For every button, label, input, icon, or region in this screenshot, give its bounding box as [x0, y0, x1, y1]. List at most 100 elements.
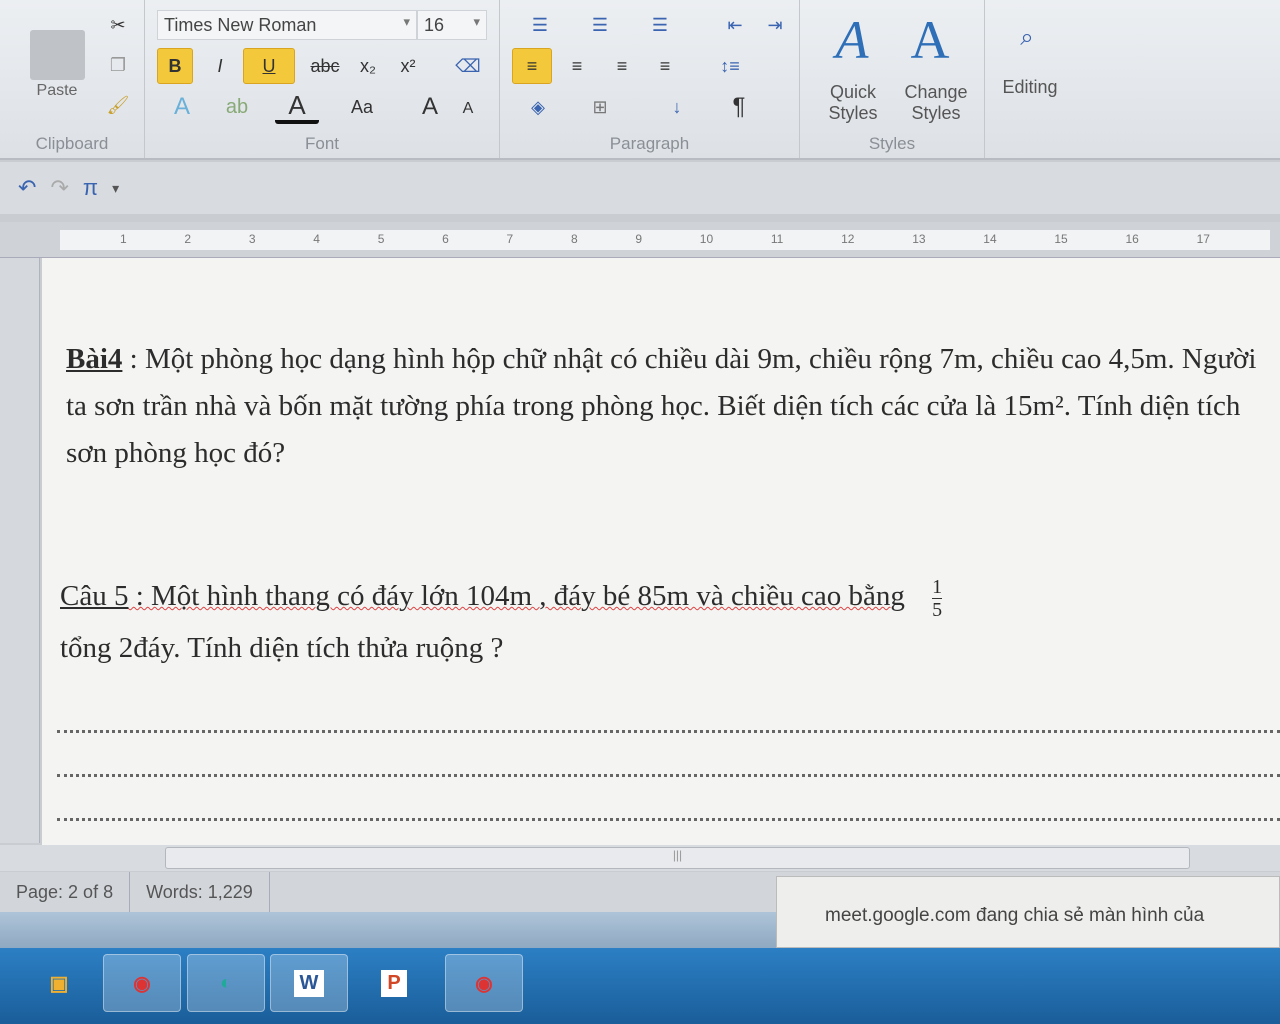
font-label: Font: [304, 134, 340, 153]
styles-group: A A Quick Styles Change Styles Styles: [800, 0, 985, 158]
shading-icon[interactable]: ◈: [518, 90, 558, 124]
ruler-tick: 2: [184, 232, 192, 246]
quick-styles-icon[interactable]: A: [822, 8, 882, 72]
increase-indent-icon[interactable]: ⇥: [760, 10, 790, 40]
chrome-taskbar-icon[interactable]: ◉: [103, 954, 181, 1012]
ruler-tick: 8: [570, 232, 578, 246]
word-taskbar-icon[interactable]: W: [270, 954, 348, 1012]
line-spacing-icon[interactable]: ↕≡: [710, 48, 750, 84]
edge-taskbar-icon[interactable]: ◐: [187, 954, 265, 1012]
exercise-5-text-b: tổng 2đáy. Tính diện tích thửa ruộng ?: [60, 632, 504, 664]
exercise-4-label: Bài4: [66, 343, 123, 375]
word-count[interactable]: Words: 1,229: [130, 872, 270, 912]
horizontal-scrollbar[interactable]: |||: [0, 845, 1280, 871]
powerpoint-taskbar-icon[interactable]: P: [355, 954, 433, 1012]
ruler-tick: 6: [442, 232, 449, 246]
ruler-tick: 14: [983, 232, 997, 246]
paste-button[interactable]: Paste: [22, 80, 92, 102]
superscript-button[interactable]: x²: [390, 48, 426, 84]
find-icon[interactable]: ⌕: [1005, 18, 1049, 58]
format-painter-icon[interactable]: 🖌: [105, 92, 131, 118]
multilevel-list-icon[interactable]: ☰: [640, 10, 680, 40]
fraction-one-fifth: 15: [932, 575, 943, 621]
quick-styles-button[interactable]: Quick Styles: [812, 78, 894, 128]
strikethrough-button[interactable]: abc: [307, 48, 343, 84]
decrease-indent-icon[interactable]: ⇤: [720, 10, 750, 40]
taskbar-app-icon[interactable]: ▣: [20, 954, 98, 1012]
ruler-tick: 17: [1196, 232, 1210, 246]
document-page[interactable]: Bài4 : Một phòng học dạng hình hộp chữ n…: [42, 258, 1280, 845]
exercise-5-text-a: : Một hình thang có đáy lớn 104m , đáy b…: [128, 580, 905, 612]
page-count[interactable]: Page: 2 of 8: [0, 872, 131, 912]
ruler-tick: 12: [841, 232, 855, 246]
align-center-button[interactable]: ≡: [560, 48, 594, 84]
ribbon: Paste ✂ ❐ 🖌 Clipboard Times New Roman 16…: [0, 0, 1280, 160]
ruler-tick: 4: [313, 232, 320, 246]
grow-font-button[interactable]: A: [415, 90, 445, 124]
change-styles-icon[interactable]: A: [900, 8, 960, 72]
vertical-ruler: [0, 258, 40, 843]
italic-button[interactable]: I: [205, 48, 235, 84]
editing-button[interactable]: Editing: [990, 72, 1070, 102]
shrink-font-button[interactable]: A: [455, 94, 481, 124]
answer-line: [57, 818, 1280, 821]
quick-access-toolbar: ↶ ↷ π ▾: [0, 162, 1280, 214]
exercise-5-label: Câu 5: [60, 580, 129, 612]
underline-button[interactable]: U: [243, 48, 295, 84]
exercise-4: Bài4 : Một phòng học dạng hình hộp chữ n…: [66, 336, 1266, 477]
ruler-tick: 15: [1054, 232, 1068, 246]
ruler-tick: 7: [506, 232, 514, 246]
ruler-tick: 1: [120, 232, 127, 246]
ruler-tick: 9: [635, 232, 643, 246]
answer-line: [57, 730, 1280, 733]
powerpoint-icon: P: [381, 969, 407, 997]
equation-button[interactable]: π: [83, 175, 98, 201]
text-effects-icon[interactable]: A: [160, 90, 204, 124]
cut-icon[interactable]: ✂: [105, 12, 131, 38]
align-right-button[interactable]: ≡: [605, 48, 639, 84]
exercise-4-text: : Một phòng học dạng hình hộp chữ nhật c…: [66, 343, 1257, 469]
ruler-tick: 5: [377, 232, 385, 246]
paragraph-label: Paragraph: [609, 134, 690, 153]
exercise-5: Câu 5 : Một hình thang có đáy lớn 104m ,…: [60, 570, 1260, 674]
scrollbar-thumb[interactable]: |||: [165, 847, 1190, 869]
taskbar: ▣ ◉ ◐ W P ◉: [0, 948, 1280, 1024]
sort-icon[interactable]: ↓: [660, 90, 694, 124]
align-left-button[interactable]: ≡: [512, 48, 552, 84]
paragraph-group: ☰ ☰ ☰ ⇤ ⇥ ≡ ≡ ≡ ≡ ↕≡ ◈ ⊞ ↓ ¶ Paragraph: [500, 0, 800, 158]
ruler-tick: 10: [699, 232, 714, 246]
bullets-icon[interactable]: ☰: [520, 10, 560, 40]
paste-icon[interactable]: [30, 30, 85, 80]
editing-group: ⌕ Editing: [985, 0, 1075, 158]
horizontal-ruler[interactable]: 1 2 3 4 5 6 7 8 9 10 11 12 13 14 15 16 17: [0, 222, 1280, 258]
styles-label: Styles: [868, 134, 916, 153]
screen-share-notification: meet.google.com đang chia sẻ màn hình củ…: [776, 876, 1280, 948]
clear-formatting-icon[interactable]: ⌫: [450, 48, 486, 84]
numbering-icon[interactable]: ☰: [580, 10, 620, 40]
undo-button[interactable]: ↶: [18, 175, 36, 201]
subscript-button[interactable]: x₂: [350, 48, 386, 84]
show-marks-button[interactable]: ¶: [722, 90, 756, 124]
change-case-button[interactable]: Aa: [340, 90, 384, 124]
change-styles-button[interactable]: Change Styles: [896, 78, 976, 128]
font-group: Times New Roman 16 B I U abc x₂ x² ⌫ A a…: [145, 0, 500, 158]
customize-qat-button[interactable]: ▾: [112, 180, 119, 197]
answer-line: [57, 774, 1280, 777]
borders-icon[interactable]: ⊞: [580, 90, 620, 124]
ruler-tick: 13: [912, 232, 926, 246]
ruler-tick: 11: [770, 232, 784, 246]
fraction-numerator: 1: [932, 575, 943, 599]
clipboard-label: Clipboard: [35, 134, 109, 153]
fraction-denominator: 5: [932, 598, 943, 621]
copy-icon[interactable]: ❐: [105, 52, 131, 78]
word-icon: W: [293, 969, 325, 997]
highlight-icon[interactable]: ab: [215, 90, 259, 124]
justify-button[interactable]: ≡: [648, 48, 682, 84]
redo-icon[interactable]: ↷: [50, 175, 68, 201]
font-name-select[interactable]: Times New Roman: [157, 10, 417, 40]
ruler-tick: 16: [1125, 232, 1139, 246]
chrome-remote-taskbar-icon[interactable]: ◉: [445, 954, 523, 1012]
font-color-icon[interactable]: A: [275, 90, 319, 124]
bold-button[interactable]: B: [157, 48, 193, 84]
font-size-select[interactable]: 16: [417, 10, 487, 40]
